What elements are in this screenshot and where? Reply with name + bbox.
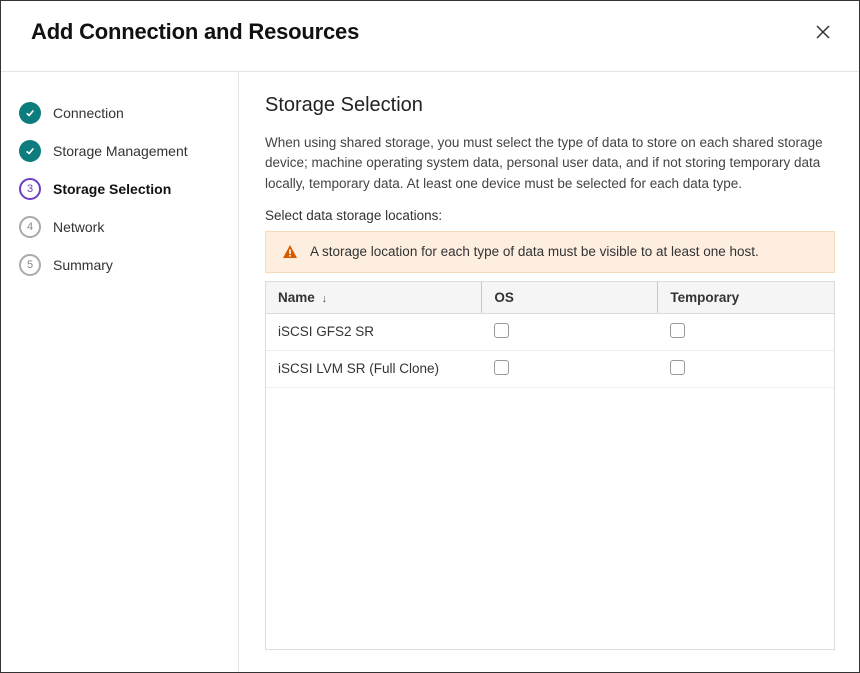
step-summary[interactable]: 5 Summary [19, 246, 222, 284]
sort-arrow-down-icon: ↓ [322, 293, 328, 305]
dialog-title: Add Connection and Resources [31, 19, 359, 45]
cell-os [482, 313, 658, 350]
step-storage-selection[interactable]: 3 Storage Selection [19, 170, 222, 208]
step-label: Storage Management [53, 143, 188, 159]
cell-temporary [658, 350, 834, 387]
step-label: Summary [53, 257, 113, 273]
warning-text: A storage location for each type of data… [310, 244, 759, 259]
table-empty-area [266, 388, 834, 649]
step-network[interactable]: 4 Network [19, 208, 222, 246]
storage-table: Name ↓ OS Temporary [265, 281, 835, 650]
main-panel: Storage Selection When using shared stor… [239, 72, 859, 672]
table-row: iSCSI GFS2 SR [266, 313, 834, 350]
step-label: Storage Selection [53, 181, 171, 197]
close-icon [815, 24, 831, 40]
step-number-badge: 3 [19, 178, 41, 200]
checkmark-icon [19, 140, 41, 162]
os-checkbox[interactable] [494, 360, 509, 375]
temporary-checkbox[interactable] [670, 323, 685, 338]
wizard-sidebar: Connection Storage Management 3 Storage … [1, 72, 239, 672]
step-storage-management[interactable]: Storage Management [19, 132, 222, 170]
cell-os [482, 350, 658, 387]
dialog-body: Connection Storage Management 3 Storage … [1, 72, 859, 672]
column-header-temporary[interactable]: Temporary [658, 282, 834, 314]
cell-temporary [658, 313, 834, 350]
select-locations-label: Select data storage locations: [265, 208, 835, 223]
dialog-window: Add Connection and Resources Connection … [0, 0, 860, 673]
cell-name: iSCSI GFS2 SR [266, 313, 482, 350]
checkmark-icon [19, 102, 41, 124]
step-number-badge: 5 [19, 254, 41, 276]
column-header-os[interactable]: OS [482, 282, 658, 314]
warning-icon [282, 244, 298, 260]
step-connection[interactable]: Connection [19, 94, 222, 132]
os-checkbox[interactable] [494, 323, 509, 338]
table-header-row: Name ↓ OS Temporary [266, 282, 834, 314]
step-label: Network [53, 219, 104, 235]
warning-alert: A storage location for each type of data… [265, 231, 835, 273]
step-number-badge: 4 [19, 216, 41, 238]
page-description: When using shared storage, you must sele… [265, 133, 835, 194]
temporary-checkbox[interactable] [670, 360, 685, 375]
page-title: Storage Selection [265, 94, 835, 117]
cell-name: iSCSI LVM SR (Full Clone) [266, 350, 482, 387]
close-button[interactable] [811, 20, 835, 44]
dialog-header: Add Connection and Resources [1, 1, 859, 72]
column-header-name[interactable]: Name ↓ [266, 282, 482, 314]
step-label: Connection [53, 105, 124, 121]
table-row: iSCSI LVM SR (Full Clone) [266, 350, 834, 387]
